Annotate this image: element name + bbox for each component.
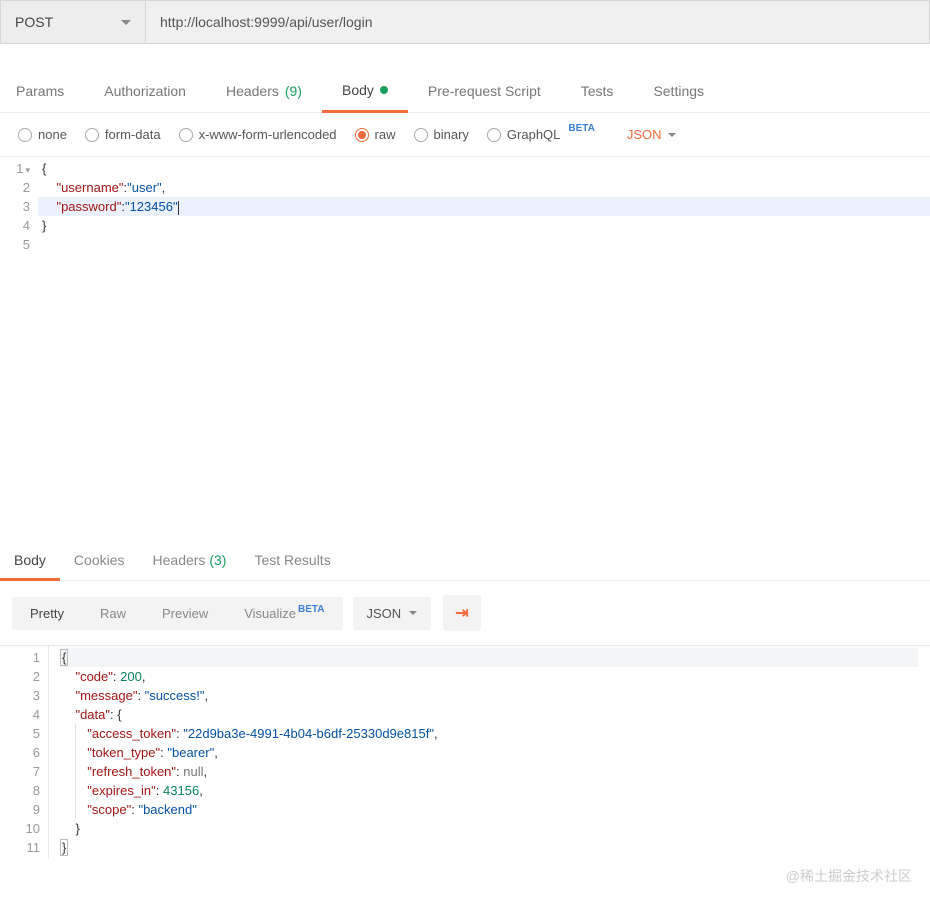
tab-headers[interactable]: Headers (9) [206, 72, 322, 112]
radio-graphql[interactable]: GraphQLBETA [487, 127, 595, 142]
watermark: @稀土掘金技术社区 [786, 866, 912, 886]
btn-preview[interactable]: Preview [144, 597, 226, 630]
radio-form-data[interactable]: form-data [85, 127, 161, 142]
wrap-lines-button[interactable]: ⇥ [443, 595, 480, 631]
response-tabs: Body Cookies Headers (3) Test Results [0, 536, 930, 581]
response-body-editor[interactable]: 1 2 3 4 5 6 7 8 9 10 11 { "code": 200, "… [0, 645, 930, 859]
headers-count: (9) [285, 83, 302, 99]
tab-prerequest-script[interactable]: Pre-request Script [408, 72, 561, 112]
resp-tab-cookies[interactable]: Cookies [60, 544, 139, 580]
text-cursor-icon [178, 201, 179, 215]
tab-params[interactable]: Params [0, 72, 84, 112]
request-tabs: Params Authorization Headers (9) Body Pr… [0, 72, 930, 113]
request-code[interactable]: { "username":"user", "password":"123456"… [38, 157, 930, 536]
beta-badge: BETA [298, 604, 324, 615]
chevron-down-icon [409, 611, 417, 615]
view-mode-group: Pretty Raw Preview VisualizeBETA [12, 597, 343, 630]
radio-binary[interactable]: binary [414, 127, 469, 142]
btn-pretty[interactable]: Pretty [12, 597, 82, 630]
body-type-row: none form-data x-www-form-urlencoded raw… [0, 113, 930, 156]
resp-tab-body[interactable]: Body [0, 544, 60, 581]
btn-visualize[interactable]: VisualizeBETA [226, 597, 342, 630]
request-bar: POST http://localhost:9999/api/user/logi… [0, 0, 930, 44]
http-method-select[interactable]: POST [1, 1, 146, 43]
tab-tests[interactable]: Tests [561, 72, 634, 112]
tab-authorization[interactable]: Authorization [84, 72, 206, 112]
http-method-value: POST [15, 14, 53, 30]
chevron-down-icon [121, 20, 131, 25]
resp-tab-headers[interactable]: Headers (3) [139, 544, 241, 580]
radio-none[interactable]: none [18, 127, 67, 142]
response-code: { "code": 200, "message": "success!", "d… [48, 646, 930, 859]
chevron-down-icon [668, 133, 676, 137]
url-input[interactable]: http://localhost:9999/api/user/login [146, 1, 929, 43]
resp-headers-count: (3) [209, 552, 226, 568]
response-toolbar: Pretty Raw Preview VisualizeBETA JSON ⇥ [0, 581, 930, 645]
response-language-select[interactable]: JSON [353, 597, 432, 630]
tab-body[interactable]: Body [322, 72, 408, 113]
request-body-editor[interactable]: 1 2 3 4 5 { "username":"user", "password… [0, 156, 930, 536]
resp-tab-test-results[interactable]: Test Results [240, 544, 344, 580]
btn-raw[interactable]: Raw [82, 597, 144, 630]
raw-language-select[interactable]: JSON [627, 127, 676, 142]
wrap-lines-icon: ⇥ [455, 605, 468, 622]
url-value: http://localhost:9999/api/user/login [160, 14, 372, 30]
response-gutter: 1 2 3 4 5 6 7 8 9 10 11 [0, 646, 48, 859]
radio-x-www-form-urlencoded[interactable]: x-www-form-urlencoded [179, 127, 337, 142]
body-modified-dot-icon [380, 86, 388, 94]
radio-raw[interactable]: raw [355, 127, 396, 142]
tab-settings[interactable]: Settings [633, 72, 724, 112]
request-gutter: 1 2 3 4 5 [0, 157, 38, 536]
beta-badge: BETA [568, 123, 594, 134]
